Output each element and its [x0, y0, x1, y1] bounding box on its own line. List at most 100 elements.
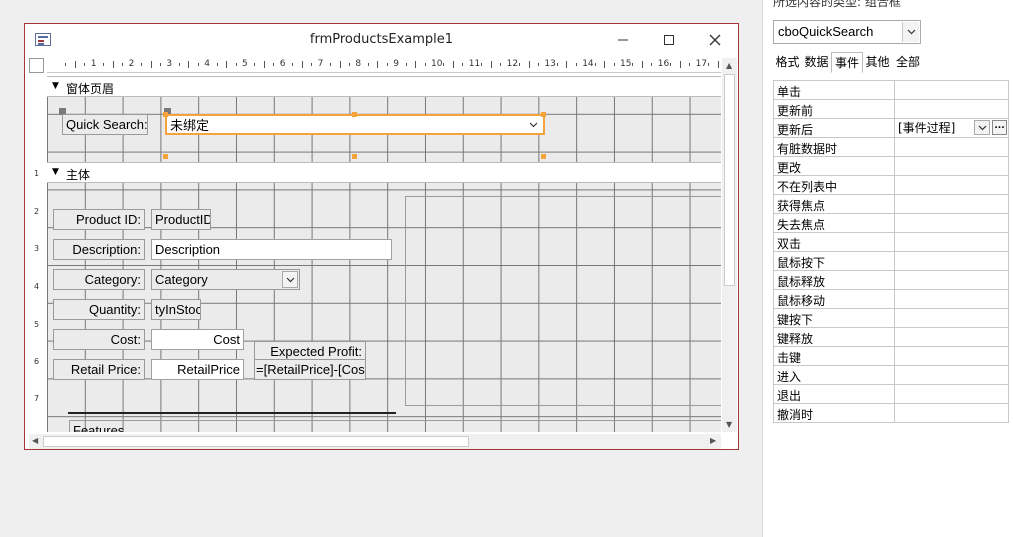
design-canvas[interactable]: ▼ 窗体页眉 Quick Search: 未绑定 ▼ 主体 Product ID…: [47, 76, 721, 432]
category-label[interactable]: Category:: [53, 269, 145, 290]
resize-handle[interactable]: [163, 112, 168, 117]
tab-other[interactable]: 其他: [863, 52, 892, 73]
horizontal-ruler[interactable]: 1 2 3 4 5 6 7 8 9 10 11 12 13 14 15 16 17: [47, 58, 728, 73]
property-value[interactable]: [894, 328, 1009, 346]
property-row[interactable]: 鼠标释放: [774, 271, 1009, 290]
tab-format[interactable]: 格式: [773, 52, 802, 73]
expected-profit-field[interactable]: =[RetailPrice]-[Cost: [254, 359, 366, 380]
property-row[interactable]: 键释放: [774, 328, 1009, 347]
property-row[interactable]: 单击: [774, 81, 1009, 100]
features-rectangle[interactable]: [405, 196, 721, 406]
form-header-label: 窗体页眉: [66, 82, 115, 96]
property-row[interactable]: 撤消时: [774, 404, 1009, 423]
property-value[interactable]: [894, 290, 1009, 308]
property-row[interactable]: 鼠标按下: [774, 252, 1009, 271]
category-combo[interactable]: Category: [151, 269, 300, 290]
retail-price-field[interactable]: RetailPrice: [151, 359, 244, 380]
scroll-up-icon[interactable]: ▲: [726, 61, 732, 70]
property-row[interactable]: 鼠标移动: [774, 290, 1009, 309]
ruler-tick: [594, 63, 596, 66]
vertical-ruler[interactable]: 1 2 3 4 5 6 7: [29, 76, 44, 432]
tab-event[interactable]: 事件: [831, 52, 863, 73]
product-id-field[interactable]: ProductID: [151, 209, 211, 230]
property-row[interactable]: 更新前: [774, 100, 1009, 119]
property-value[interactable]: [894, 385, 1009, 403]
property-row[interactable]: 键按下: [774, 309, 1009, 328]
property-value[interactable]: [894, 366, 1009, 384]
builder-button[interactable]: ...: [992, 120, 1007, 135]
ruler-tick: [74, 61, 76, 68]
category-dropdown-button[interactable]: [282, 271, 298, 288]
separator-line[interactable]: [68, 412, 396, 414]
ruler-tick: [84, 63, 86, 66]
property-row[interactable]: 进入: [774, 366, 1009, 385]
form-selector[interactable]: [29, 58, 44, 73]
combo-dropdown-button[interactable]: [526, 117, 542, 133]
title-bar[interactable]: frmProductsExample1: [25, 24, 738, 55]
property-row[interactable]: 击键: [774, 347, 1009, 366]
resize-handle[interactable]: [163, 154, 168, 159]
property-value[interactable]: [894, 404, 1009, 422]
resize-handle[interactable]: [352, 112, 357, 117]
property-value[interactable]: [894, 157, 1009, 175]
scroll-right-icon[interactable]: ▶: [710, 436, 716, 445]
resize-handle[interactable]: [352, 154, 357, 159]
property-row[interactable]: 不在列表中: [774, 176, 1009, 195]
detail-section-bar[interactable]: ▼ 主体: [47, 162, 721, 183]
vertical-scrollbar[interactable]: ▲ ▼: [722, 58, 737, 432]
maximize-button[interactable]: [647, 24, 693, 55]
property-value[interactable]: [894, 100, 1009, 118]
product-id-label[interactable]: Product ID:: [53, 209, 145, 230]
scroll-thumb[interactable]: [724, 74, 735, 286]
description-label[interactable]: Description:: [53, 239, 145, 260]
quick-search-combo[interactable]: 未绑定: [165, 114, 545, 135]
description-field[interactable]: Description: [151, 239, 392, 260]
property-row[interactable]: 退出: [774, 385, 1009, 404]
scroll-down-icon[interactable]: ▼: [726, 420, 732, 429]
maximize-icon: [664, 35, 674, 45]
property-value[interactable]: [894, 309, 1009, 327]
close-button[interactable]: [693, 24, 739, 55]
minimize-button[interactable]: [601, 24, 647, 55]
property-value[interactable]: [894, 138, 1009, 156]
horizontal-scrollbar[interactable]: ◀ ▶: [29, 434, 721, 449]
property-row[interactable]: 失去焦点: [774, 214, 1009, 233]
section-marker-icon: ▼: [52, 81, 59, 91]
property-value[interactable]: [894, 347, 1009, 365]
cost-label[interactable]: Cost:: [53, 329, 145, 350]
property-value[interactable]: [894, 81, 1009, 99]
features-field[interactable]: Features: [69, 420, 721, 432]
resize-handle[interactable]: [541, 154, 546, 159]
property-row[interactable]: 更新后 [事件过程]...: [774, 119, 1009, 138]
property-value[interactable]: [894, 214, 1009, 232]
tab-data[interactable]: 数据: [802, 52, 831, 73]
resize-handle[interactable]: [541, 112, 546, 117]
ruler-number: 8: [355, 59, 362, 69]
property-value[interactable]: [894, 195, 1009, 213]
property-value[interactable]: [894, 252, 1009, 270]
property-row[interactable]: 有脏数据时: [774, 138, 1009, 157]
quantity-field[interactable]: tyInStoc: [151, 299, 201, 320]
property-row[interactable]: 更改: [774, 157, 1009, 176]
object-selector[interactable]: cboQuickSearch: [773, 20, 921, 44]
cost-field[interactable]: Cost: [151, 329, 244, 350]
property-row[interactable]: 双击: [774, 233, 1009, 252]
ruler-tick: [424, 63, 426, 66]
property-value[interactable]: [894, 233, 1009, 251]
property-dropdown-button[interactable]: [974, 120, 990, 135]
property-value[interactable]: [894, 271, 1009, 289]
quick-search-label[interactable]: Quick Search:: [62, 114, 148, 135]
tab-all[interactable]: 全部: [892, 52, 924, 73]
property-row[interactable]: 获得焦点: [774, 195, 1009, 214]
quantity-label[interactable]: Quantity:: [53, 299, 145, 320]
property-grid: 单击 更新前 更新后 [事件过程]... 有脏数据时 更改 不在列表中 获得焦点 失去焦点 双击鼠…: [773, 80, 1009, 423]
scroll-left-icon[interactable]: ◀: [32, 436, 38, 445]
ruler-tick: [604, 61, 606, 68]
property-value[interactable]: [894, 176, 1009, 194]
property-value[interactable]: [事件过程]...: [894, 119, 1009, 137]
form-header-bar[interactable]: ▼ 窗体页眉: [47, 76, 721, 97]
ruler-number: 3: [34, 244, 40, 253]
retail-price-label[interactable]: Retail Price:: [53, 359, 145, 380]
object-dropdown-button[interactable]: [902, 22, 919, 42]
scroll-thumb[interactable]: [43, 436, 469, 447]
